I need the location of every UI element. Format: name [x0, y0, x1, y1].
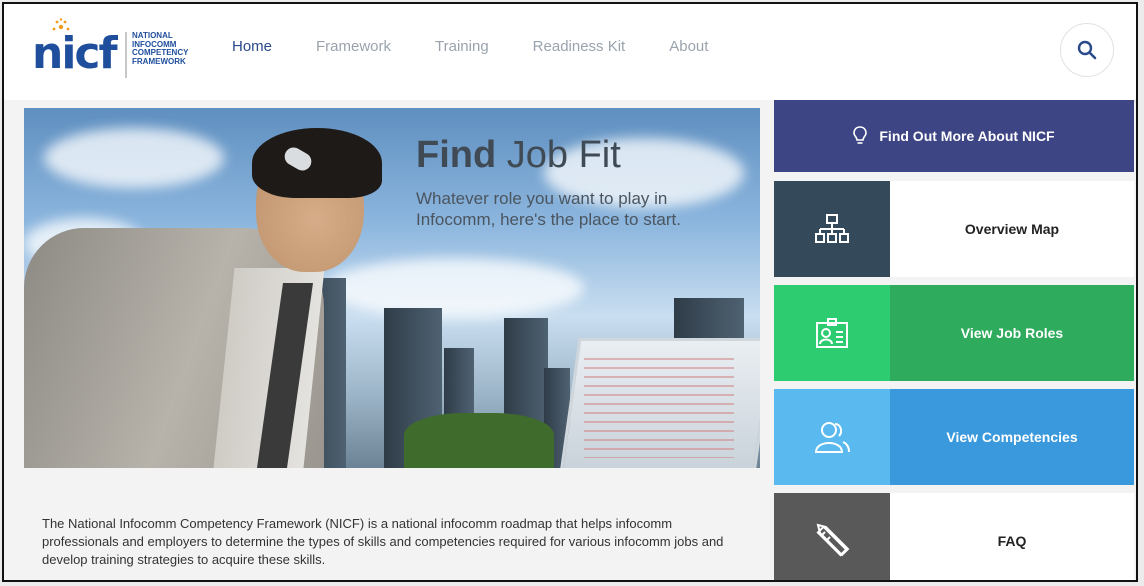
- main-content: Find Job Fit Whatever role you want to p…: [4, 100, 774, 580]
- top-navigation-bar: nicf NATIONAL INFOCOMM COMPETENCY FRAMEW…: [4, 4, 1136, 100]
- hero-title-bold: Find: [416, 134, 497, 176]
- hero-subtitle: Whatever role you want to play in Infoco…: [416, 189, 681, 229]
- trees-shape: [404, 413, 554, 468]
- hero-title: Find Job Fit: [416, 134, 621, 177]
- hero-banner[interactable]: Find Job Fit Whatever role you want to p…: [24, 108, 760, 468]
- lightbulb-icon: [853, 126, 868, 144]
- overview-map-icon-box: [774, 181, 890, 277]
- competencies-icon-box: [774, 389, 890, 485]
- logo-caption: NATIONAL INFOCOMM COMPETENCY FRAMEWORK: [132, 31, 212, 66]
- cloud-shape: [44, 128, 224, 188]
- overview-map-tile[interactable]: Overview Map: [774, 181, 1134, 277]
- find-out-more-label: Find Out More About NICF: [879, 128, 1055, 144]
- view-job-roles-label: View Job Roles: [890, 285, 1134, 381]
- nav-training[interactable]: Training: [435, 38, 489, 55]
- pencil-ruler-icon: [816, 523, 850, 557]
- person-hair: [252, 128, 382, 198]
- nav-about[interactable]: About: [669, 38, 708, 55]
- view-competencies-label: View Competencies: [890, 389, 1134, 485]
- nav-home[interactable]: Home: [232, 38, 272, 55]
- job-roles-icon-box: [774, 285, 890, 381]
- users-icon: [814, 422, 850, 453]
- logo-line-framework: FRAMEWORK: [132, 56, 186, 66]
- browser-frame: nicf NATIONAL INFOCOMM COMPETENCY FRAMEW…: [2, 2, 1138, 582]
- laptop-screen-content: [584, 358, 734, 458]
- quick-links-panel: Find Out More About NICF Overview Map Vi…: [774, 100, 1134, 580]
- search-icon: [1077, 40, 1097, 60]
- search-button[interactable]: [1060, 23, 1114, 77]
- logo-wordmark: nicf: [32, 28, 118, 79]
- nicf-description: The National Infocomm Competency Framewo…: [42, 516, 724, 567]
- view-job-roles-tile[interactable]: View Job Roles: [774, 285, 1134, 381]
- logo-divider: [125, 32, 127, 78]
- overview-map-label: Overview Map: [890, 181, 1134, 277]
- faq-label: FAQ: [890, 493, 1134, 580]
- faq-icon-box: [774, 493, 890, 580]
- nav-framework[interactable]: Framework: [316, 38, 391, 55]
- hero-title-rest: Job Fit: [506, 134, 621, 176]
- nicf-logo[interactable]: nicf NATIONAL INFOCOMM COMPETENCY FRAMEW…: [32, 16, 202, 79]
- sitemap-icon: [815, 214, 849, 243]
- find-out-more-button[interactable]: Find Out More About NICF: [774, 100, 1134, 172]
- cloud-shape: [324, 258, 584, 318]
- main-nav: Home Framework Training Readiness Kit Ab…: [232, 38, 708, 55]
- nav-readiness-kit[interactable]: Readiness Kit: [533, 38, 626, 55]
- faq-tile[interactable]: FAQ: [774, 493, 1134, 580]
- view-competencies-tile[interactable]: View Competencies: [774, 389, 1134, 485]
- id-card-icon: [816, 318, 848, 348]
